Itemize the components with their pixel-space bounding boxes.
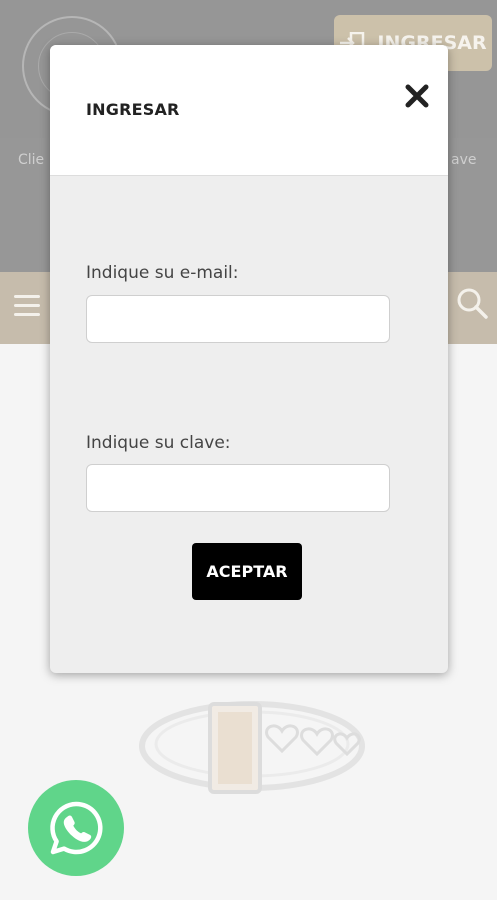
modal-header: INGRESAR [50, 45, 448, 176]
email-field[interactable] [86, 295, 390, 343]
login-modal: INGRESAR Indique su e-mail: Indique su c… [50, 45, 448, 673]
close-icon[interactable] [404, 83, 430, 109]
modal-title: INGRESAR [86, 100, 180, 119]
email-label: Indique su e-mail: [86, 263, 239, 283]
password-label: Indique su clave: [86, 433, 231, 453]
accept-button[interactable]: ACEPTAR [192, 543, 302, 600]
password-field[interactable] [86, 464, 390, 512]
